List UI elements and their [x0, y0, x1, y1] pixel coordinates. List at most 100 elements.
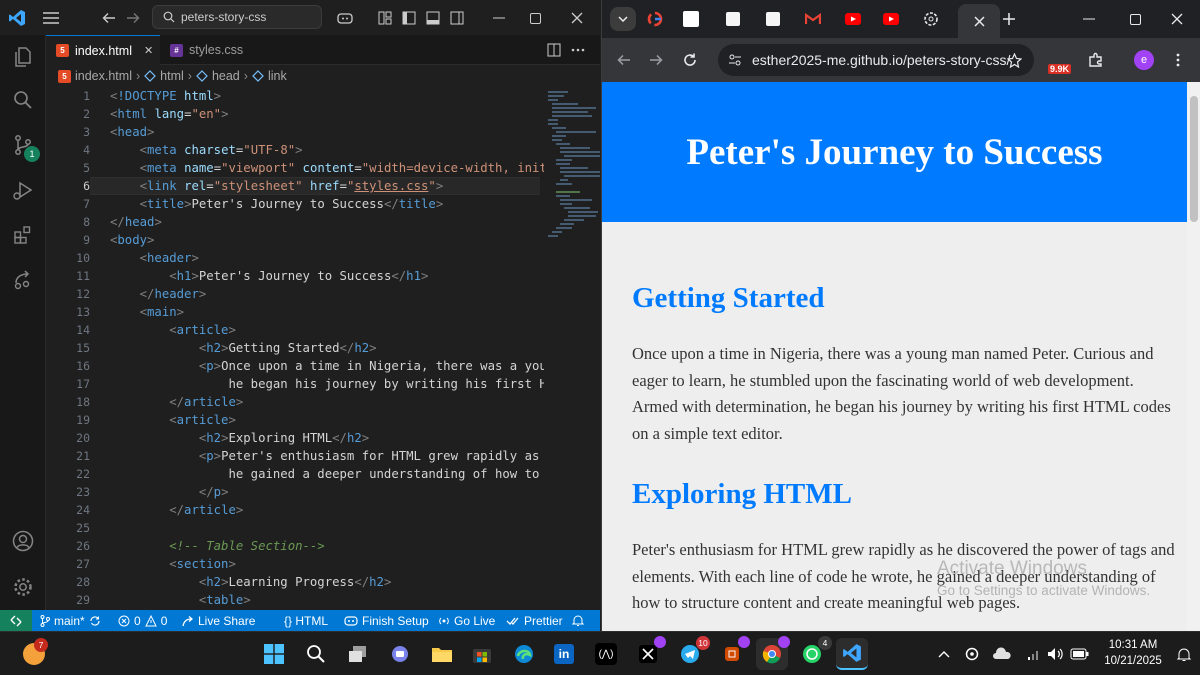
extension-badge-icon[interactable]: 9.9K [1046, 48, 1076, 74]
onedrive-icon[interactable] [986, 638, 1018, 670]
page-scrollbar[interactable] [1187, 82, 1200, 631]
tab-page[interactable] [718, 7, 748, 31]
run-debug-icon[interactable] [0, 170, 46, 210]
close-window-icon[interactable] [1162, 7, 1192, 31]
minimize-icon[interactable] [1074, 7, 1104, 31]
editor-tabs: 5 index.html ✕ # styles.css [46, 35, 600, 65]
status-bar: main* 0 0 Live Share {} HTML Finish Setu… [0, 610, 600, 631]
address-bar[interactable]: esther2025-me.github.io/peters-story-css… [718, 44, 1034, 76]
customize-layout-icon[interactable] [374, 7, 396, 29]
scrollbar-thumb[interactable] [1190, 96, 1198, 222]
toggle-panel-icon[interactable] [422, 7, 444, 29]
task-view-icon[interactable] [342, 638, 374, 670]
copilot-icon [344, 615, 358, 626]
language-mode[interactable]: {} HTML [284, 610, 328, 631]
breadcrumb-item[interactable]: link [268, 69, 287, 83]
back-arrow-icon[interactable] [612, 48, 636, 72]
forward-arrow-icon[interactable] [122, 7, 144, 29]
live-share-status[interactable]: Live Share [182, 610, 255, 631]
file-explorer-icon[interactable] [426, 638, 458, 670]
command-center-search[interactable]: peters-story-css [152, 5, 322, 29]
chatgpt-icon [924, 12, 938, 26]
finish-setup-status[interactable]: Finish Setup [344, 610, 429, 631]
code-line: <p>Once upon a time in Nigeria, there wa… [198, 359, 555, 373]
tray-app-icon[interactable] [956, 638, 988, 670]
vscode-taskbar-icon[interactable] [836, 638, 868, 670]
breadcrumb-item[interactable]: html [160, 69, 184, 83]
breadcrumb-item[interactable]: index.html [75, 69, 132, 83]
tab-index-html[interactable]: 5 index.html ✕ [46, 35, 160, 65]
search-icon[interactable] [0, 80, 46, 120]
profile-initial: e [1140, 54, 1148, 66]
back-arrow-icon[interactable] [98, 7, 120, 29]
branch-status[interactable]: main* [40, 610, 101, 631]
activate-windows-title: Activate Windows [937, 558, 1087, 579]
minimap[interactable] [544, 87, 600, 610]
widgets-icon[interactable]: 7 [18, 638, 50, 670]
go-live-status[interactable]: Go Live [438, 610, 495, 631]
tab-styles-css[interactable]: # styles.css [160, 35, 270, 65]
site-info-icon[interactable] [728, 53, 742, 67]
battery-icon[interactable] [1064, 638, 1096, 670]
toggle-primary-sidebar-icon[interactable] [398, 7, 420, 29]
tab-chatgpt[interactable] [916, 7, 946, 31]
extensions-icon[interactable] [0, 215, 46, 255]
tab-youtube[interactable] [838, 7, 868, 31]
prettier-status[interactable]: Prettier [506, 610, 563, 631]
profile-avatar[interactable]: e [1134, 50, 1154, 70]
accounts-icon[interactable] [0, 521, 46, 561]
app-icon[interactable] [716, 636, 750, 670]
restore-icon[interactable] [1120, 7, 1150, 31]
explorer-icon[interactable] [0, 37, 46, 77]
tab-page[interactable] [758, 7, 788, 31]
tab-google[interactable] [640, 7, 670, 31]
remote-indicator[interactable] [0, 610, 32, 631]
edge-browser-icon[interactable] [508, 638, 540, 670]
terminal-app-icon[interactable]: (⋀) [590, 638, 622, 670]
menu-icon[interactable] [38, 7, 64, 29]
copilot-icon[interactable] [332, 7, 358, 29]
extensions-puzzle-icon[interactable] [1084, 48, 1108, 72]
new-tab-button[interactable] [994, 7, 1024, 31]
tab-youtube[interactable] [876, 7, 906, 31]
telegram-icon[interactable]: 10 [674, 636, 710, 670]
profile-dot-icon [738, 636, 750, 648]
split-editor-icon[interactable] [544, 41, 564, 59]
line-number: 25 [76, 521, 90, 535]
toggle-secondary-sidebar-icon[interactable] [446, 7, 468, 29]
tab-gmail[interactable] [798, 7, 828, 31]
system-clock[interactable]: 10:31 AM 10/21/2025 [1098, 637, 1168, 669]
start-button[interactable] [258, 638, 290, 670]
element-icon [252, 70, 264, 82]
linkedin-icon[interactable]: in [548, 638, 580, 670]
code-line: </header> [139, 287, 207, 301]
reload-icon[interactable] [678, 48, 702, 72]
bookmark-star-icon[interactable] [1007, 52, 1022, 68]
microsoft-store-icon[interactable] [466, 638, 498, 670]
close-window-icon[interactable] [562, 7, 592, 29]
remote-explorer-icon[interactable] [0, 260, 46, 300]
web-page: Peter's Journey to Success Getting Start… [602, 82, 1187, 631]
chrome-icon[interactable] [756, 636, 790, 670]
x-twitter-icon[interactable] [632, 636, 666, 670]
code-editor[interactable]: 1 2 3 4 5 6 7 8 9 10 11 12 13 14 15 16 17 18 19 20 21 22 23 24 2… [46, 87, 600, 610]
line-number: 15 [76, 341, 90, 355]
more-actions-icon[interactable] [568, 41, 588, 59]
tab-close-icon[interactable]: ✕ [144, 44, 153, 57]
minimize-icon[interactable] [484, 7, 514, 29]
source-control-icon[interactable]: 1 [0, 125, 46, 165]
tab-search-dropdown-icon[interactable] [610, 7, 636, 31]
chrome-menu-icon[interactable] [1168, 48, 1188, 72]
breadcrumb-item[interactable]: head [212, 69, 240, 83]
teams-chat-icon[interactable] [384, 638, 416, 670]
tab-mp[interactable] [676, 7, 706, 31]
forward-arrow-icon[interactable] [644, 48, 668, 72]
notification-bell-icon[interactable] [1168, 638, 1200, 670]
problems-status[interactable]: 0 0 [118, 610, 167, 631]
restore-icon[interactable] [520, 7, 550, 29]
search-icon[interactable] [300, 638, 332, 670]
whatsapp-icon[interactable]: 4 [796, 636, 832, 670]
close-tab-icon[interactable] [973, 15, 985, 27]
notifications-bell-icon[interactable] [572, 610, 584, 631]
settings-gear-icon[interactable] [0, 567, 46, 607]
